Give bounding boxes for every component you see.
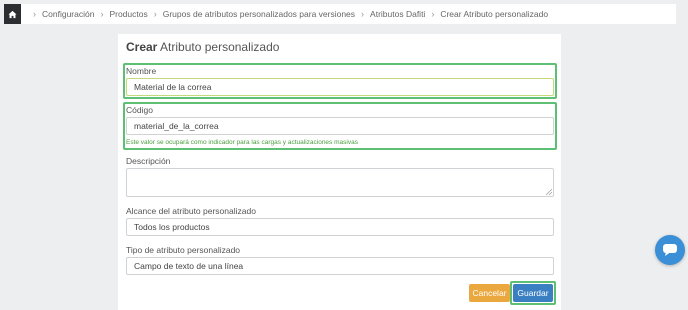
breadcrumb-grupos-atributos[interactable]: Grupos de atributos personalizados para …: [163, 9, 355, 19]
alcance-select[interactable]: Todos los productos: [126, 218, 554, 236]
breadcrumb-separator: ›: [361, 9, 365, 19]
alcance-label: Alcance del atributo personalizado: [126, 206, 256, 216]
save-button[interactable]: Guardar: [513, 284, 553, 302]
page-title-rest: Atributo personalizado: [157, 40, 280, 54]
tipo-select[interactable]: Campo de texto de una línea: [126, 257, 554, 275]
codigo-help-text: Este valor se ocupará como indicador par…: [126, 139, 358, 146]
create-attribute-card: Crear Atributo personalizado Nombre Mate…: [118, 34, 561, 310]
breadcrumb-configuracion[interactable]: Configuración: [42, 9, 94, 19]
chat-widget-button[interactable]: [655, 235, 685, 265]
breadcrumb-productos[interactable]: Productos: [109, 9, 147, 19]
home-icon: [8, 10, 17, 18]
codigo-input[interactable]: material_de_la_correa: [126, 117, 554, 135]
resize-grip-icon[interactable]: [546, 189, 552, 195]
cancel-button[interactable]: Cancelar: [469, 284, 510, 302]
descripcion-textarea[interactable]: [126, 168, 554, 197]
page-title-bold: Crear: [126, 40, 158, 54]
chat-icon: [663, 244, 677, 256]
nombre-label: Nombre: [126, 66, 157, 76]
codigo-label: Código: [126, 105, 153, 115]
breadcrumb-separator: ›: [100, 9, 104, 19]
breadcrumb: › Configuración › Productos › Grupos de …: [4, 4, 676, 24]
breadcrumb-separator: ›: [431, 9, 435, 19]
tipo-label: Tipo de atributo personalizado: [126, 245, 241, 255]
home-button[interactable]: [4, 4, 21, 24]
breadcrumb-atributos-dafiti[interactable]: Atributos Dafiti: [370, 9, 425, 19]
breadcrumb-separator: ›: [153, 9, 157, 19]
breadcrumb-current: Crear Atributo personalizado: [440, 9, 549, 19]
nombre-input[interactable]: Material de la correa: [126, 78, 554, 96]
page-title: Crear Atributo personalizado: [126, 40, 279, 54]
breadcrumb-separator: ›: [33, 9, 36, 19]
descripcion-label: Descripción: [126, 156, 171, 166]
